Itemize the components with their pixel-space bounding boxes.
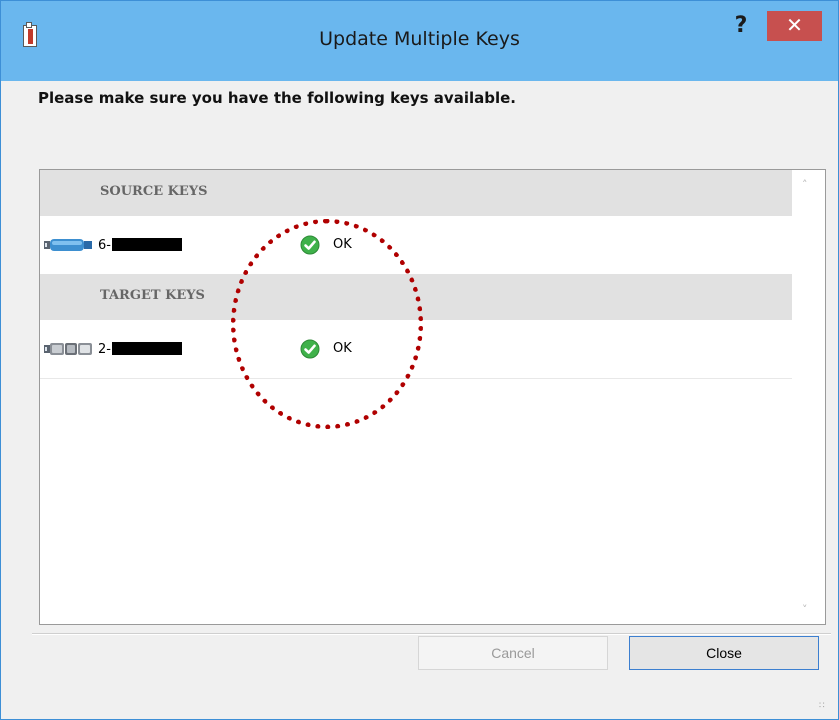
resize-grip-icon[interactable]: ∷ <box>819 701 829 711</box>
key-status: OK <box>333 237 352 252</box>
window-close-button[interactable]: ✕ <box>767 11 822 41</box>
section-header-source: SOURCE KEYS <box>40 170 792 216</box>
instruction-text: Please make sure you have the following … <box>38 89 516 107</box>
section-header-target: TARGET KEYS <box>40 274 792 320</box>
green-check-icon <box>300 235 320 255</box>
section-header-label: SOURCE KEYS <box>100 184 208 199</box>
usb-key-gray-icon <box>44 343 92 355</box>
button-divider <box>32 633 831 635</box>
key-status: OK <box>333 341 352 356</box>
window-title: Update Multiple Keys <box>319 28 520 50</box>
close-button[interactable]: Close <box>629 636 819 670</box>
section-header-label: TARGET KEYS <box>100 288 205 303</box>
title-bar[interactable]: Update Multiple Keys ? ✕ <box>1 1 838 81</box>
redaction-bar <box>111 238 182 251</box>
dialog-content: Please make sure you have the following … <box>9 81 831 713</box>
scroll-down-arrow-icon[interactable]: ˅ <box>802 603 808 616</box>
green-check-icon <box>300 339 320 359</box>
key-id: 6- <box>98 238 182 253</box>
help-button[interactable]: ? <box>728 13 754 39</box>
keys-list: SOURCE KEYS 6- OK TARGET KEYS 2- OK <box>40 170 792 624</box>
vertical-scrollbar[interactable]: ˄ ˅ <box>792 170 825 624</box>
key-id: 2- <box>98 342 182 357</box>
keys-list-panel: SOURCE KEYS 6- OK TARGET KEYS 2- OK ˄ ˅ <box>39 169 826 625</box>
cancel-button[interactable]: Cancel <box>418 636 608 670</box>
dialog-window: Update Multiple Keys ? ✕ Please make sur… <box>0 0 839 720</box>
redaction-bar <box>111 342 182 355</box>
key-row-target[interactable]: 2- OK <box>40 320 792 379</box>
key-row-source[interactable]: 6- OK <box>40 216 792 274</box>
usb-key-blue-icon <box>44 239 92 251</box>
scroll-up-arrow-icon[interactable]: ˄ <box>802 178 808 191</box>
